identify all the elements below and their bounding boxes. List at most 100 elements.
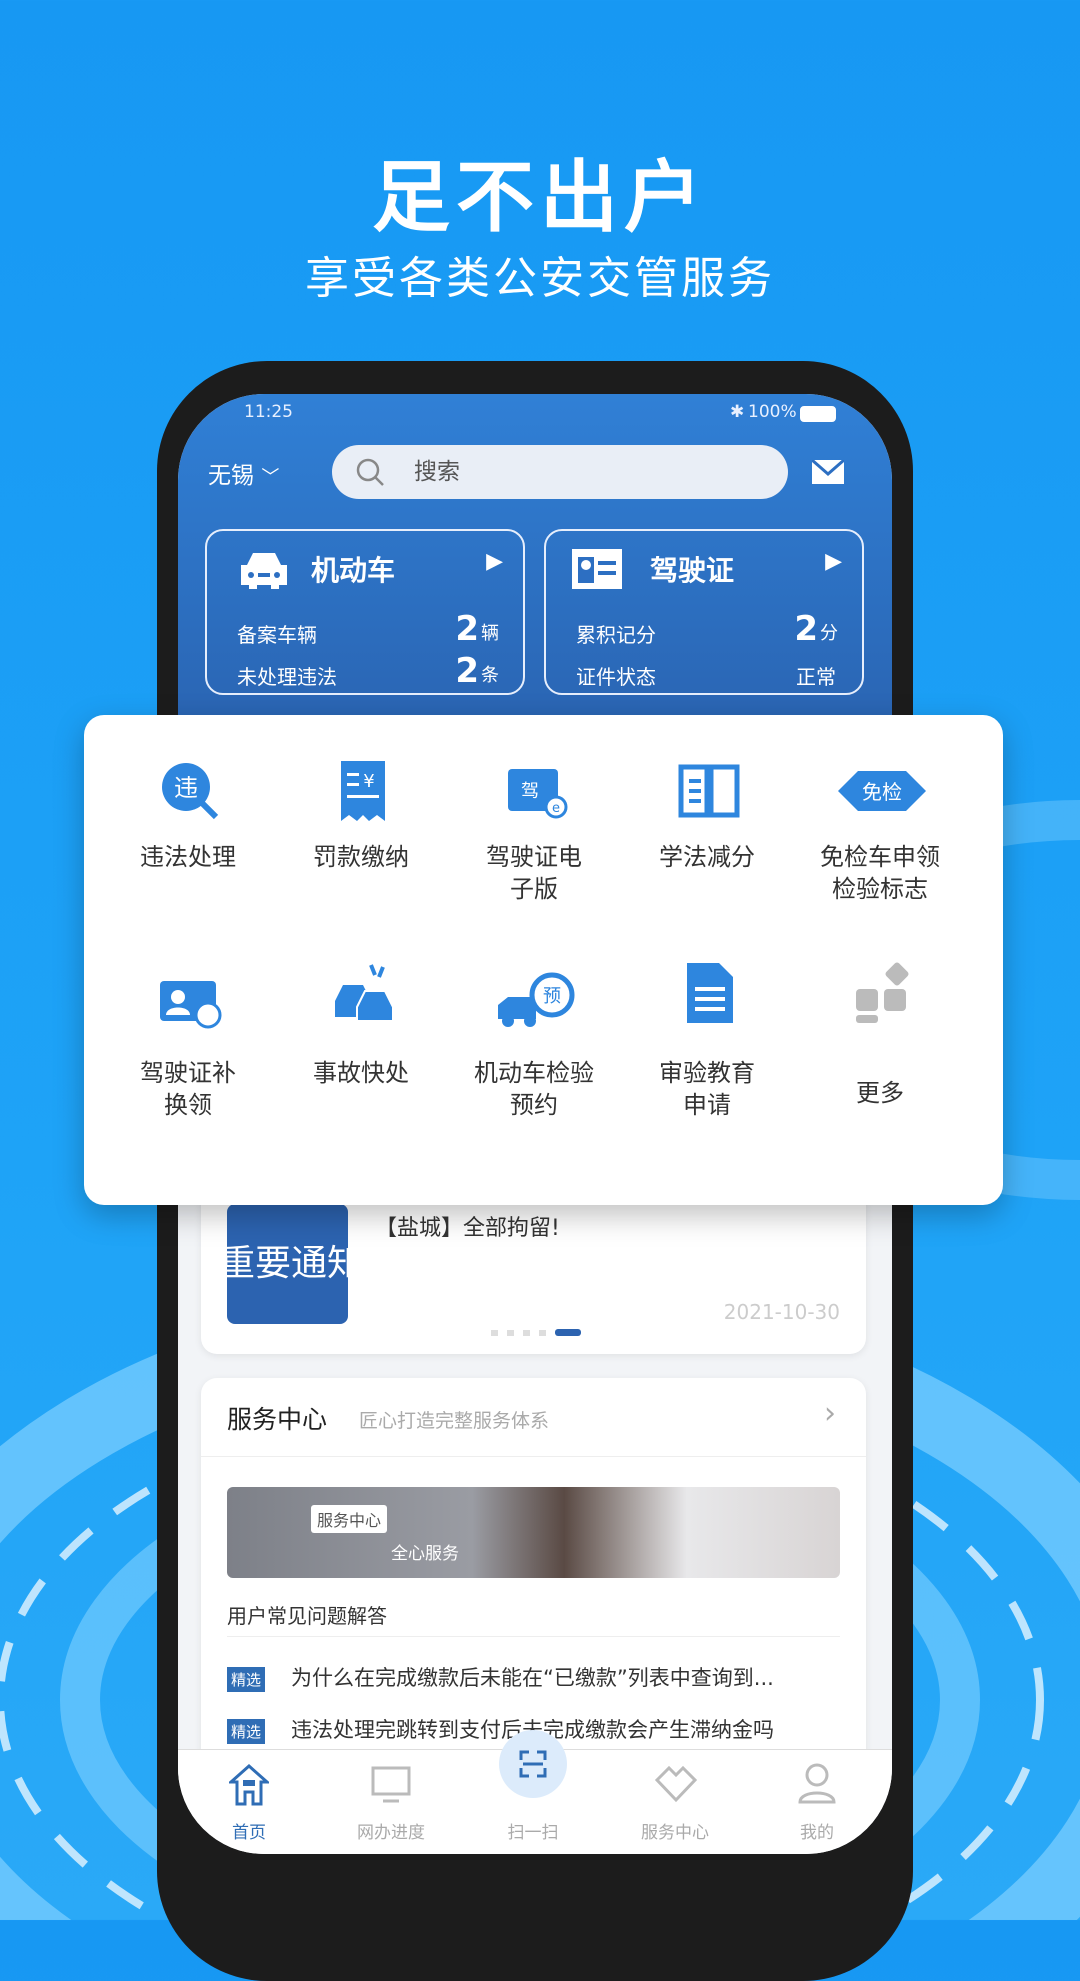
unhandled-violations-label: 未处理违法 <box>237 665 337 689</box>
battery-icon <box>800 406 836 422</box>
service-education-apply[interactable]: 审验教育 申请 <box>617 963 797 1121</box>
service-license-renew[interactable]: 驾驶证补 换领 <box>98 969 278 1121</box>
service-center-title: 服务中心 <box>227 1405 328 1434</box>
featured-badge: 精选 <box>227 1666 266 1692</box>
svg-text:e: e <box>552 801 560 816</box>
status-time: 11:25 <box>244 402 293 422</box>
service-label: 机动车检验 预约 <box>474 1059 594 1119</box>
bluetooth-icon: ✱ <box>730 402 745 422</box>
license-card-title: 驾驶证 <box>650 554 735 587</box>
play-arrow-icon: ▶ <box>825 549 842 574</box>
book-icon <box>678 764 740 818</box>
svg-text:驾: 驾 <box>521 781 539 802</box>
service-violation[interactable]: 违违法处理 <box>98 759 278 873</box>
service-label: 罚款缴纳 <box>313 843 409 871</box>
service-label: 学法减分 <box>659 843 755 871</box>
search-input[interactable]: 搜索 <box>332 445 788 499</box>
vehicle-card-title: 机动车 <box>311 554 396 587</box>
service-label: 驾驶证电 子版 <box>486 843 582 903</box>
tab-scan[interactable]: 扫一扫 <box>462 1730 604 1854</box>
faq-item[interactable]: 精选 为什么在完成缴款后未能在“已缴款”列表中查询到... <box>227 1662 774 1692</box>
news-title: 【盐城】全部拘留! <box>375 1216 560 1241</box>
service-fine-payment[interactable]: ¥ 罚款缴纳 <box>271 759 451 873</box>
tab-label: 网办进度 <box>357 1823 425 1843</box>
tab-profile[interactable]: 我的 <box>746 1750 888 1854</box>
service-center-subtitle: 匠心打造完整服务体系 <box>359 1410 550 1432</box>
hero-subtitle: 享受各类公安交管服务 <box>305 253 775 304</box>
service-label: 免检车申领 检验标志 <box>820 843 940 903</box>
more-grid-icon <box>856 962 909 1023</box>
svg-text:¥: ¥ <box>363 771 374 792</box>
service-inspection-booking[interactable]: 预机动车检验 预约 <box>444 969 624 1121</box>
search-placeholder: 搜索 <box>414 459 460 485</box>
service-exempt-inspection[interactable]: 免检免检车申领 检验标志 <box>790 759 970 905</box>
service-more[interactable]: 更多 <box>790 962 970 1109</box>
points-value: 2 <box>794 609 818 649</box>
document-icon <box>687 963 733 1023</box>
receipt-icon: ¥ <box>341 761 385 821</box>
exempt-badge-icon: 免检 <box>838 771 926 811</box>
faq-text: 为什么在完成缴款后未能在“已缴款”列表中查询到... <box>291 1666 774 1690</box>
license-status-label: 证件状态 <box>576 665 656 689</box>
inspection-booking-icon: 预 <box>498 972 575 1027</box>
service-banner[interactable]: 服务中心 全心服务 <box>227 1487 840 1578</box>
license-card[interactable]: 驾驶证 ▶ 累积记分 2 分 证件状态 正常 <box>544 529 864 695</box>
unit: 分 <box>820 623 838 644</box>
user-icon <box>798 1763 836 1804</box>
svg-text:违: 违 <box>174 774 198 802</box>
play-arrow-icon: ▶ <box>486 549 503 574</box>
service-study-deduction[interactable]: 学法减分 <box>617 759 797 873</box>
news-image: 重要通知 <box>227 1204 348 1324</box>
app-header: 11:25 ✱ 100% 无锡 ﹀ 搜索 机动车 ▶ 备案车辆 2 辆 未处理违法 2… <box>178 394 892 734</box>
tab-label: 服务中心 <box>641 1823 709 1843</box>
battery-percent: 100% <box>748 402 797 422</box>
city-selector[interactable]: 无锡 ﹀ <box>208 456 279 490</box>
banner-tag: 服务中心 <box>311 1505 388 1533</box>
service-label: 事故快处 <box>313 1059 409 1087</box>
carousel-dots <box>491 1321 581 1340</box>
unit: 辆 <box>481 623 499 644</box>
services-grid-popup: 违违法处理 ¥ 罚款缴纳 驾 e 驾驶证电 子版 学法减分 免检免检车申领 检验标志 驾驶… <box>84 715 1003 1205</box>
hero-title: 足不出户 <box>371 153 708 243</box>
tab-progress[interactable]: 网办进度 <box>320 1750 462 1854</box>
service-label: 审验教育 申请 <box>659 1059 755 1119</box>
accident-icon <box>335 964 394 1022</box>
unit: 条 <box>481 665 499 686</box>
search-icon <box>356 458 384 486</box>
license-renew-icon <box>160 981 222 1029</box>
license-status-value: 正常 <box>796 665 836 689</box>
banner-text: 全心服务 <box>391 1544 459 1564</box>
scan-icon <box>499 1730 567 1798</box>
e-license-icon: 驾e <box>508 769 568 819</box>
registered-vehicles-value: 2 <box>455 609 479 649</box>
chevron-right-icon[interactable]: › <box>824 1396 836 1431</box>
id-card-icon <box>572 549 622 589</box>
svg-text:预: 预 <box>543 986 561 1007</box>
faq-title: 用户常见问题解答 <box>227 1604 387 1628</box>
svg-text:免检: 免检 <box>862 780 902 804</box>
tab-home[interactable]: 首页 <box>178 1750 320 1854</box>
violation-search-icon: 违 <box>162 763 219 820</box>
tab-label: 扫一扫 <box>507 1823 559 1843</box>
unhandled-violations-value: 2 <box>455 651 479 691</box>
featured-badge: 精选 <box>227 1718 266 1744</box>
home-icon <box>229 1764 269 1806</box>
registered-vehicles-label: 备案车辆 <box>237 623 317 647</box>
points-label: 累积记分 <box>576 623 656 647</box>
service-e-license[interactable]: 驾 e 驾驶证电 子版 <box>444 759 624 905</box>
tab-service-center[interactable]: 服务中心 <box>604 1750 746 1854</box>
tab-label: 首页 <box>232 1823 266 1843</box>
mail-icon[interactable] <box>812 460 844 484</box>
service-label: 违法处理 <box>140 843 236 871</box>
news-date: 2021-10-30 <box>723 1300 840 1324</box>
vehicle-card[interactable]: 机动车 ▶ 备案车辆 2 辆 未处理违法 2 条 <box>205 529 525 695</box>
handshake-icon <box>655 1765 697 1803</box>
monitor-icon <box>371 1766 411 1803</box>
service-accident[interactable]: 事故快处 <box>271 964 451 1089</box>
service-label: 驾驶证补 换领 <box>140 1059 236 1119</box>
city-label: 无锡 <box>208 463 254 489</box>
service-label: 更多 <box>856 1079 904 1107</box>
chevron-down-icon: ﹀ <box>261 467 280 488</box>
tab-label: 我的 <box>800 1823 834 1843</box>
car-icon <box>241 553 287 589</box>
